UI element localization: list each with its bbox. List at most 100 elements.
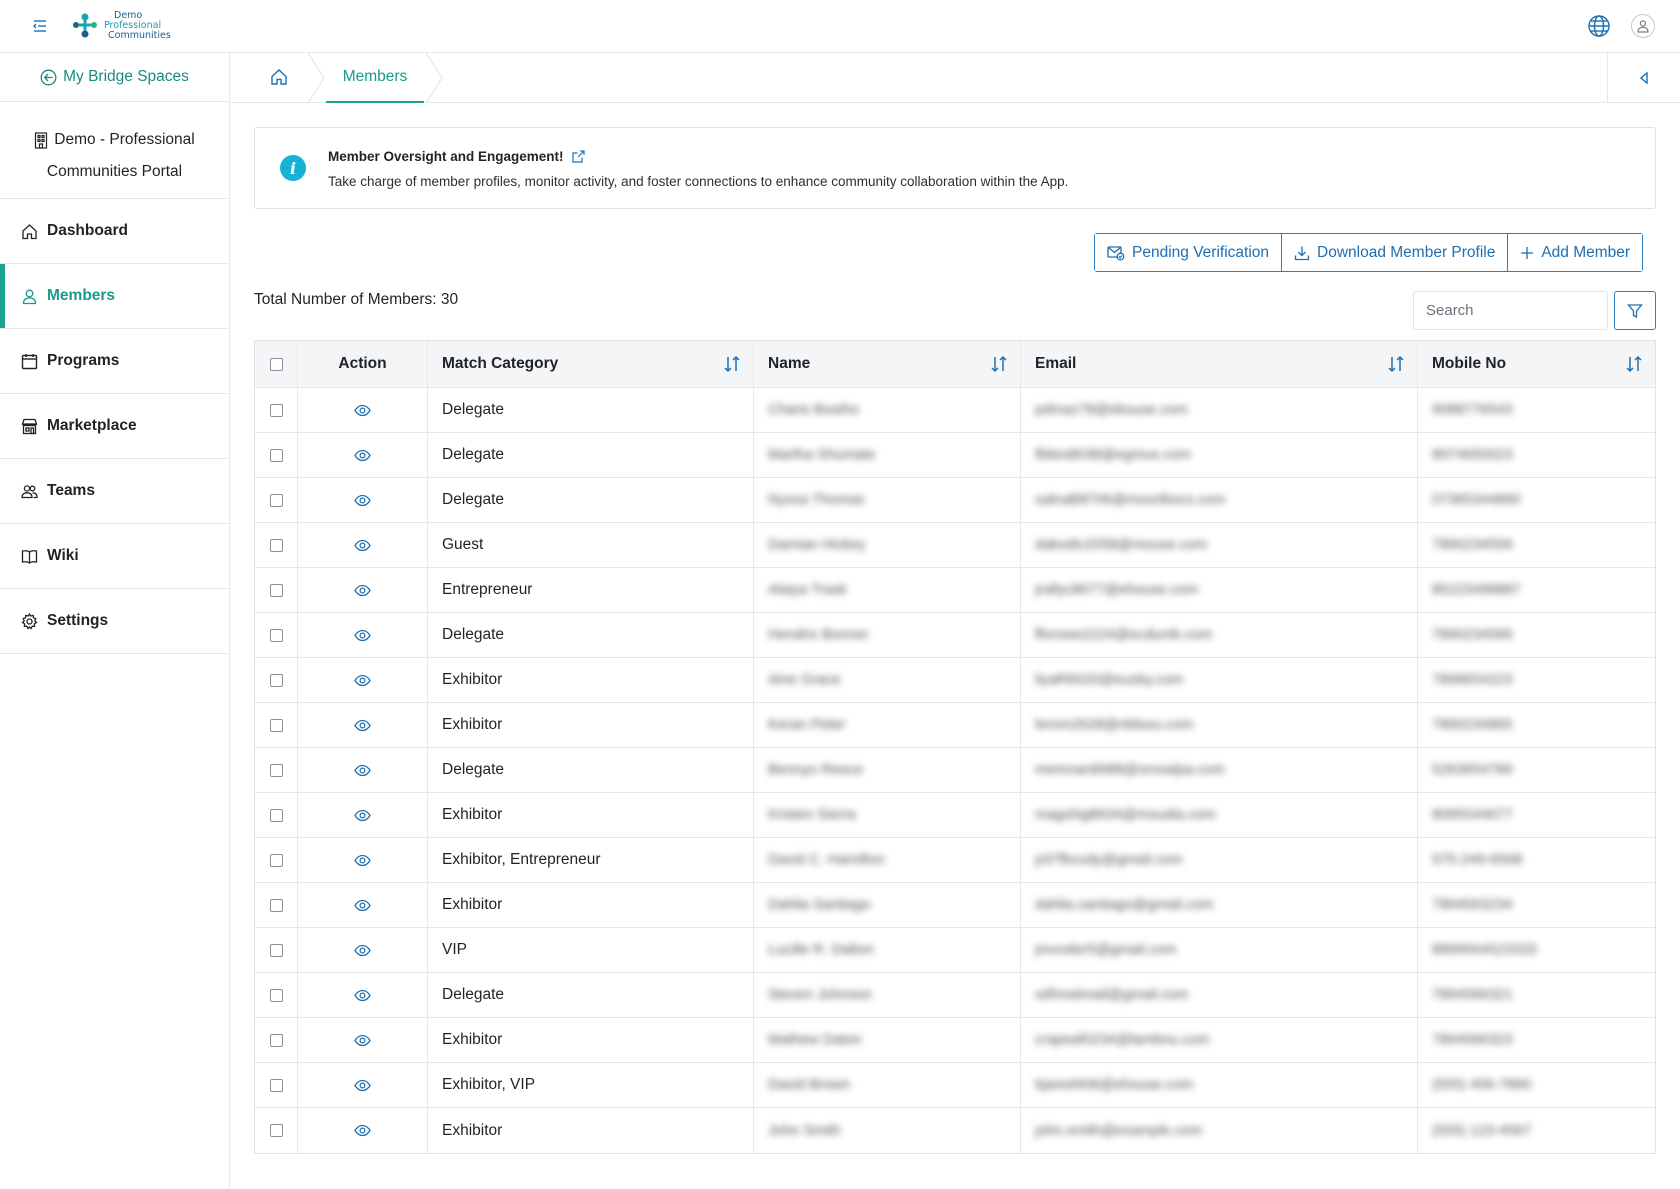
row-checkbox[interactable]	[269, 718, 283, 732]
view-eye-icon[interactable]	[354, 897, 371, 914]
total-members-count: Total Number of Members: 30	[254, 291, 459, 308]
column-header-mobile[interactable]: Mobile No	[1418, 341, 1655, 387]
view-eye-icon[interactable]	[354, 402, 371, 419]
sidebar-item-label: Settings	[47, 612, 109, 629]
view-eye-icon[interactable]	[354, 1122, 371, 1139]
column-header-label: Match Category	[442, 355, 559, 372]
row-checkbox[interactable]	[269, 448, 283, 462]
view-eye-icon[interactable]	[354, 717, 371, 734]
name-cell: Dahlia Santiago	[754, 883, 1021, 927]
name-cell: Mathew Daton	[754, 1018, 1021, 1062]
search-input[interactable]	[1413, 291, 1608, 330]
column-header-name[interactable]: Name	[754, 341, 1021, 387]
row-checkbox[interactable]	[269, 673, 283, 687]
match-category-cell: Delegate	[428, 748, 754, 792]
sort-icon[interactable]	[1625, 355, 1643, 373]
mobile-cell: 9088776543	[1418, 388, 1655, 432]
sidebar-item-programs[interactable]: Programs	[0, 329, 229, 394]
external-link-icon[interactable]	[571, 149, 586, 164]
row-select-cell	[255, 1063, 298, 1107]
match-category-cell: Delegate	[428, 973, 754, 1017]
row-checkbox[interactable]	[269, 1078, 283, 1092]
row-checkbox[interactable]	[269, 403, 283, 417]
back-circle-icon	[40, 69, 57, 85]
member-name: Mathew Daton	[768, 1032, 862, 1048]
row-action-cell	[298, 658, 428, 702]
row-checkbox[interactable]	[269, 943, 283, 957]
column-header-email[interactable]: Email	[1021, 341, 1418, 387]
row-checkbox[interactable]	[269, 1124, 283, 1137]
name-cell: John Smith	[754, 1108, 1021, 1153]
table-row: Exhibitor, VIP David Brown bjared406@ehous…	[255, 1063, 1655, 1108]
row-checkbox[interactable]	[269, 763, 283, 777]
row-checkbox[interactable]	[269, 808, 283, 822]
row-checkbox[interactable]	[269, 1033, 283, 1047]
row-checkbox[interactable]	[269, 988, 283, 1002]
add-member-label: Add Member	[1541, 243, 1631, 261]
name-cell: Bennyo Reece	[754, 748, 1021, 792]
download-icon	[1294, 246, 1310, 260]
row-checkbox[interactable]	[269, 583, 283, 597]
sidebar-item-marketplace[interactable]: Marketplace	[0, 394, 229, 459]
filter-button[interactable]	[1614, 291, 1656, 330]
sidebar-item-members[interactable]: Members	[0, 264, 229, 329]
mobile-cell: 975-249-6568	[1418, 838, 1655, 882]
view-eye-icon[interactable]	[354, 987, 371, 1004]
view-eye-icon[interactable]	[354, 1032, 371, 1049]
sidebar-item-wiki[interactable]: Wiki	[0, 524, 229, 589]
match-category-cell: Exhibitor	[428, 703, 754, 747]
view-eye-icon[interactable]	[354, 942, 371, 959]
row-checkbox[interactable]	[269, 853, 283, 867]
sort-icon[interactable]	[990, 355, 1008, 373]
sidebar-item-settings[interactable]: Settings	[0, 589, 229, 654]
gear-icon	[21, 612, 38, 630]
view-eye-icon[interactable]	[354, 447, 371, 464]
menu-toggle-icon[interactable]	[30, 16, 52, 36]
collapse-panel-button[interactable]	[1607, 53, 1680, 103]
download-member-profile-button[interactable]: Download Member Profile	[1282, 234, 1509, 271]
member-mobile: 85223498887	[1432, 582, 1521, 598]
members-table: Action Match Category Name Email Mobile …	[254, 340, 1656, 1154]
portal-name-line1: Demo - Professional	[54, 131, 195, 148]
view-eye-icon[interactable]	[354, 762, 371, 779]
sort-icon[interactable]	[1387, 355, 1405, 373]
column-header-match-category[interactable]: Match Category	[428, 341, 754, 387]
app-logo[interactable]: Demo Professional Communities	[70, 8, 171, 44]
table-body: Delegate Charis Bostho pdmaz78@ekouse.com 9…	[255, 388, 1655, 1153]
logo-text: Demo Professional Communities	[104, 10, 171, 41]
row-checkbox[interactable]	[269, 628, 283, 642]
row-checkbox[interactable]	[269, 493, 283, 507]
view-eye-icon[interactable]	[354, 672, 371, 689]
member-email: bjared406@ehouse.com	[1035, 1077, 1194, 1093]
table-header-row: Action Match Category Name Email Mobile …	[255, 341, 1655, 388]
view-eye-icon[interactable]	[354, 627, 371, 644]
row-checkbox[interactable]	[269, 898, 283, 912]
view-eye-icon[interactable]	[354, 492, 371, 509]
sidebar-item-dashboard[interactable]: Dashboard	[0, 199, 229, 264]
add-member-button[interactable]: Add Member	[1508, 234, 1643, 271]
breadcrumb-home-icon[interactable]	[269, 67, 289, 87]
column-header-label: Email	[1035, 355, 1077, 372]
view-eye-icon[interactable]	[354, 807, 371, 824]
user-avatar-icon[interactable]	[1631, 14, 1655, 38]
mobile-cell: 5263654789	[1418, 748, 1655, 792]
breadcrumb-separator	[307, 53, 325, 103]
sidebar-item-teams[interactable]: Teams	[0, 459, 229, 524]
match-category-cell: Entrepreneur	[428, 568, 754, 612]
sort-icon[interactable]	[723, 355, 741, 373]
breadcrumb-current[interactable]: Members	[326, 53, 424, 103]
row-select-cell	[255, 613, 298, 657]
table-row: VIP Lucille R. Dalton jrovoder5@gmail.com 8…	[255, 928, 1655, 973]
match-category-cell: Exhibitor, Entrepreneur	[428, 838, 754, 882]
view-eye-icon[interactable]	[354, 537, 371, 554]
globe-icon[interactable]	[1587, 14, 1611, 38]
view-eye-icon[interactable]	[354, 1077, 371, 1094]
select-all-checkbox[interactable]	[269, 357, 283, 371]
table-row: Delegate Martha Shumate fblies8038@egmus.c…	[255, 433, 1655, 478]
match-category-cell: Guest	[428, 523, 754, 567]
row-checkbox[interactable]	[269, 538, 283, 552]
pending-verification-button[interactable]: Pending Verification	[1095, 234, 1283, 271]
my-bridge-spaces-link[interactable]: My Bridge Spaces	[0, 53, 229, 102]
view-eye-icon[interactable]	[354, 582, 371, 599]
view-eye-icon[interactable]	[354, 852, 371, 869]
